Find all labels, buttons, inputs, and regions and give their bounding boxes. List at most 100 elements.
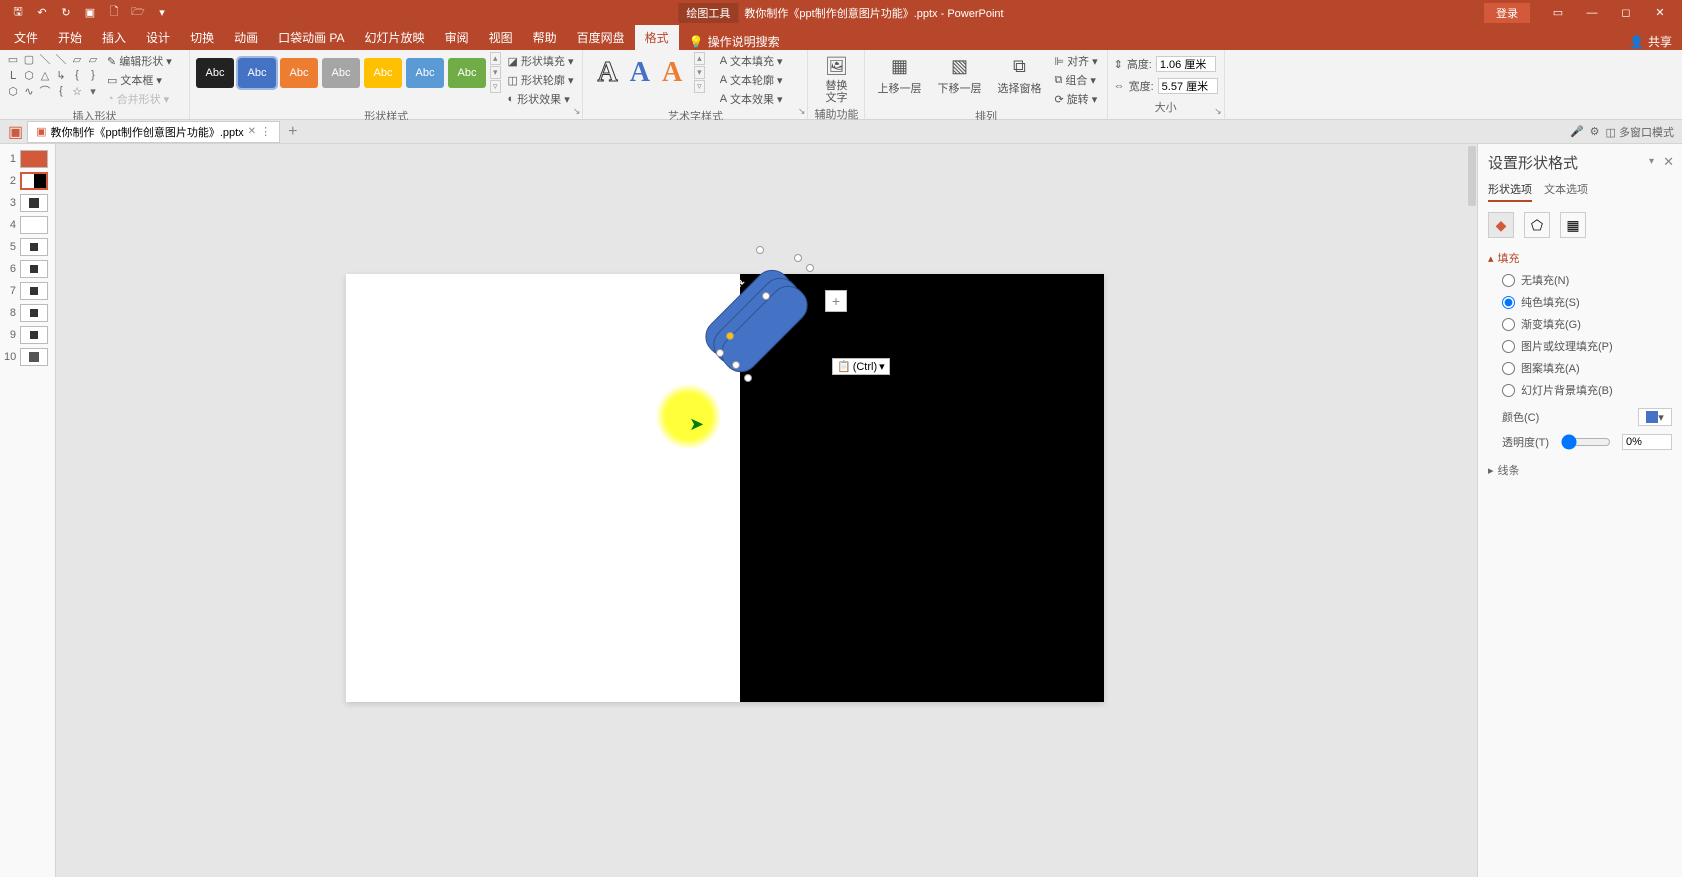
style-swatch-2[interactable]: Abc xyxy=(238,58,276,88)
doc-tab-menu-icon[interactable]: ⋮ xyxy=(260,125,271,138)
fill-color-picker[interactable]: ▾ xyxy=(1638,408,1672,426)
text-effects-button[interactable]: A文本效果▾ xyxy=(717,90,786,108)
shape-gallery[interactable]: ▭▢＼＼▱▱ ᒪ⬡△↳{} ⬡∿⌒{☆▾ xyxy=(6,52,100,98)
selection-handle[interactable] xyxy=(716,349,724,357)
merge-shapes-button[interactable]: ◔合并形状▾ xyxy=(104,90,175,108)
thumb-6[interactable]: 6 xyxy=(0,258,55,280)
multiwindow-button[interactable]: ◫ 多窗口模式 xyxy=(1606,124,1674,140)
fill-none-radio[interactable]: 无填充(N) xyxy=(1502,272,1672,288)
thumb-2[interactable]: 2 xyxy=(0,170,55,192)
shape-style-gallery[interactable]: Abc Abc Abc Abc Abc Abc Abc ▴▾▿ xyxy=(196,52,501,93)
minimize-icon[interactable]: — xyxy=(1576,3,1608,23)
style-swatch-4[interactable]: Abc xyxy=(322,58,360,88)
fill-solid-radio[interactable]: 纯色填充(S) xyxy=(1502,294,1672,310)
edit-shape-button[interactable]: ✎编辑形状▾ xyxy=(104,52,175,70)
thumb-3[interactable]: 3 xyxy=(0,192,55,214)
style-gallery-nav[interactable]: ▴▾▿ xyxy=(490,52,501,93)
tab-view[interactable]: 视图 xyxy=(479,25,523,50)
tab-help[interactable]: 帮助 xyxy=(523,25,567,50)
align-button[interactable]: ⊫对齐▾ xyxy=(1051,52,1100,70)
wordart-gallery-nav[interactable]: ▴▾▿ xyxy=(694,52,705,93)
tab-animations[interactable]: 动画 xyxy=(224,25,268,50)
text-fill-button[interactable]: A文本填充▾ xyxy=(717,52,786,70)
fill-section-header[interactable]: ▴ 填充 xyxy=(1488,250,1672,266)
vertical-scrollbar[interactable] xyxy=(1467,144,1477,877)
maximize-icon[interactable]: ◻ xyxy=(1610,3,1642,23)
style-swatch-7[interactable]: Abc xyxy=(448,58,486,88)
transparency-input[interactable] xyxy=(1622,434,1672,450)
pane-close-icon[interactable]: ✕ xyxy=(1663,154,1674,170)
selection-handle[interactable] xyxy=(756,246,764,254)
fill-line-tab-icon[interactable]: ◆ xyxy=(1488,212,1514,238)
new-file-icon[interactable]: 🗋 xyxy=(104,3,124,23)
redo-icon[interactable]: ↻ xyxy=(56,3,76,23)
rotate-button[interactable]: ⟳旋转▾ xyxy=(1051,90,1100,108)
thumb-7[interactable]: 7 xyxy=(0,280,55,302)
open-file-icon[interactable]: 🗁 xyxy=(128,3,148,23)
send-backward-button[interactable]: ▧下移一层 xyxy=(931,52,987,98)
thumb-1[interactable]: 1 xyxy=(0,148,55,170)
scrollbar-thumb[interactable] xyxy=(1468,146,1476,206)
text-box-button[interactable]: ▭文本框▾ xyxy=(104,71,175,89)
selection-handle[interactable] xyxy=(732,361,740,369)
shape-fill-button[interactable]: ◪形状填充▾ xyxy=(505,52,577,70)
close-icon[interactable]: ✕ xyxy=(1644,3,1676,23)
tab-transitions[interactable]: 切换 xyxy=(180,25,224,50)
wordart-gallery[interactable]: A A A ▴▾▿ xyxy=(589,52,712,93)
adjustment-handle[interactable] xyxy=(726,332,734,340)
line-section-header[interactable]: ▸ 线条 xyxy=(1488,462,1672,478)
document-tab[interactable]: ▣ 教你制作《ppt制作创意图片功能》.pptx ✕ ⋮ xyxy=(27,121,280,143)
size-props-tab-icon[interactable]: ▦ xyxy=(1560,212,1586,238)
thumb-9[interactable]: 9 xyxy=(0,324,55,346)
tab-pocket-anim[interactable]: 口袋动画 PA xyxy=(268,25,354,50)
wordart-style-2[interactable]: A xyxy=(630,57,650,89)
wordart-launcher-icon[interactable]: ↘ xyxy=(798,106,806,117)
add-shape-plus-button[interactable]: + xyxy=(825,290,847,312)
size-launcher-icon[interactable]: ↘ xyxy=(1214,106,1222,117)
settings-gear-icon[interactable]: ⚙ xyxy=(1590,125,1600,138)
doc-tab-close-icon[interactable]: ✕ xyxy=(248,126,256,137)
selection-handle[interactable] xyxy=(806,264,814,272)
tell-me-search[interactable]: 💡 操作说明搜索 xyxy=(679,33,790,50)
undo-icon[interactable]: ↶ xyxy=(32,3,52,23)
text-outline-button[interactable]: A文本轮廓▾ xyxy=(717,71,786,89)
wordart-style-3[interactable]: A xyxy=(662,57,682,89)
fill-pattern-radio[interactable]: 图案填充(A) xyxy=(1502,360,1672,376)
thumb-5[interactable]: 5 xyxy=(0,236,55,258)
style-swatch-5[interactable]: Abc xyxy=(364,58,402,88)
selection-handle[interactable] xyxy=(744,374,752,382)
effects-tab-icon[interactable]: ⬠ xyxy=(1524,212,1550,238)
width-input[interactable] xyxy=(1158,78,1218,94)
qat-more-icon[interactable]: ▾ xyxy=(152,3,172,23)
login-button[interactable]: 登录 xyxy=(1484,3,1530,23)
paste-options-button[interactable]: 📋 (Ctrl) ▾ xyxy=(832,358,890,375)
save-icon[interactable]: 🖫 xyxy=(8,3,28,23)
tab-slideshow[interactable]: 幻灯片放映 xyxy=(355,25,435,50)
slideshow-start-icon[interactable]: ▣ xyxy=(80,3,100,23)
fill-gradient-radio[interactable]: 渐变填充(G) xyxy=(1502,316,1672,332)
style-swatch-1[interactable]: Abc xyxy=(196,58,234,88)
height-input[interactable] xyxy=(1156,56,1216,72)
style-swatch-6[interactable]: Abc xyxy=(406,58,444,88)
style-swatch-3[interactable]: Abc xyxy=(280,58,318,88)
wordart-style-1[interactable]: A xyxy=(597,57,617,89)
thumb-8[interactable]: 8 xyxy=(0,302,55,324)
slide-canvas-area[interactable]: ⟳ + 📋 (Ctrl) ▾ ➤ xyxy=(56,144,1477,877)
selection-handle[interactable] xyxy=(762,292,770,300)
alt-text-button[interactable]: 🖼 替换 文字 xyxy=(818,52,854,106)
voice-icon[interactable]: 🎤 xyxy=(1570,125,1584,138)
pane-options-icon[interactable]: ▾ xyxy=(1649,156,1654,167)
tab-insert[interactable]: 插入 xyxy=(92,25,136,50)
tab-format[interactable]: 格式 xyxy=(635,25,679,50)
rotation-handle-icon[interactable]: ⟳ xyxy=(734,276,745,292)
fill-slidebg-radio[interactable]: 幻灯片背景填充(B) xyxy=(1502,382,1672,398)
tab-file[interactable]: 文件 xyxy=(4,25,48,50)
tab-baidu[interactable]: 百度网盘 xyxy=(567,25,635,50)
fill-picture-radio[interactable]: 图片或纹理填充(P) xyxy=(1502,338,1672,354)
selection-handle[interactable] xyxy=(794,254,802,262)
shape-styles-launcher-icon[interactable]: ↘ xyxy=(573,106,581,117)
ribbon-display-icon[interactable]: ▭ xyxy=(1542,3,1574,23)
pane-tab-shape-options[interactable]: 形状选项 xyxy=(1488,181,1532,202)
bring-forward-button[interactable]: ▦上移一层 xyxy=(871,52,927,98)
add-tab-button[interactable]: + xyxy=(280,121,305,143)
